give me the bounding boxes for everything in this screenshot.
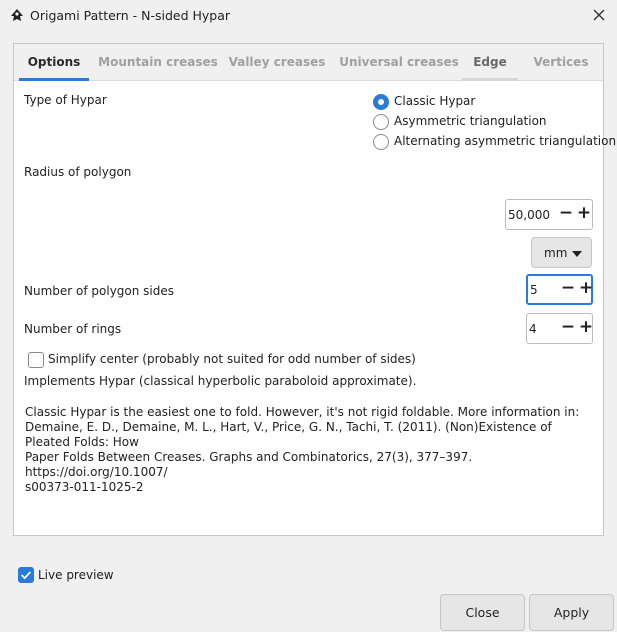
radio-indicator[interactable] [373,134,389,150]
plus-icon[interactable]: + [575,200,593,229]
info-line: s00373-011-1025-2 [25,480,144,494]
tab-edge[interactable]: Edge [462,44,518,81]
live-preview-checkbox[interactable] [18,567,34,583]
window-title: Origami Pattern - N-sided Hypar [30,8,231,23]
type-of-hypar-label: Type of Hypar [24,93,107,107]
close-icon[interactable] [591,7,607,23]
simplify-center-checkbox[interactable] [28,352,44,368]
radio-label: Classic Hypar [394,94,476,108]
info-text: Classic Hypar is the easiest one to fold… [25,405,595,495]
tab-edge-label: Edge [473,55,507,69]
tab-options[interactable]: Options [19,44,89,81]
options-notebook: Options Mountain creases Valley creases … [13,43,616,536]
close-button[interactable]: Close [440,594,525,631]
radius-label: Radius of polygon [24,165,132,179]
tab-vertices-label: Vertices [533,55,589,69]
radio-label: Asymmetric triangulation [394,114,547,128]
tab-mountain-creases-label: Mountain creases [98,55,218,69]
radio-label: Alternating asymmetric triangulation [394,134,617,148]
rings-spinbutton[interactable]: 4 − + [526,313,593,344]
title-bar: Origami Pattern - N-sided Hypar [0,0,617,31]
tab-bar: Options Mountain creases Valley creases … [14,44,603,81]
minus-icon[interactable]: − [559,314,577,343]
tab-options-label: Options [27,55,81,69]
tab-vertices[interactable]: Vertices [526,44,596,81]
live-preview-label: Live preview [38,568,114,582]
radio-indicator[interactable] [373,114,389,130]
tab-universal-creases-label: Universal creases [339,55,459,69]
rings-label: Number of rings [24,322,122,336]
implements-text: Implements Hypar (classical hyperbolic p… [24,374,417,388]
tab-mountain-creases[interactable]: Mountain creases [96,44,220,81]
radius-spinbutton[interactable]: 50,000 − + [505,199,593,230]
minus-icon[interactable]: − [559,275,577,302]
sides-value[interactable]: 5 [530,283,538,297]
tab-universal-creases[interactable]: Universal creases [335,44,463,81]
minus-icon[interactable]: − [557,200,575,229]
unit-value: mm [544,246,568,260]
radio-indicator[interactable] [373,94,389,110]
options-panel: Type of Hypar Classic Hypar Asymmetric t… [14,81,616,535]
info-line: Demaine, E. D., Demaine, M. L., Hart, V.… [25,420,552,449]
rings-value[interactable]: 4 [529,322,537,336]
plus-icon[interactable]: + [577,314,595,343]
unit-dropdown[interactable]: mm [531,237,592,268]
sides-label: Number of polygon sides [24,284,175,298]
tab-valley-creases-label: Valley creases [228,55,326,69]
info-line: Classic Hypar is the easiest one to fold… [25,405,580,419]
check-icon [21,571,32,580]
apply-button[interactable]: Apply [529,594,614,631]
sides-spinbutton[interactable]: 5 − + [526,274,593,305]
dropdown-arrow-icon [572,251,582,257]
inkscape-logo-icon [11,9,23,21]
tab-valley-creases[interactable]: Valley creases [228,44,326,81]
simplify-center-label: Simplify center (probably not suited for… [48,352,416,366]
plus-icon[interactable]: + [577,275,595,302]
radius-value[interactable]: 50,000 [508,208,550,222]
info-line: Paper Folds Between Creases. Graphs and … [25,450,473,479]
